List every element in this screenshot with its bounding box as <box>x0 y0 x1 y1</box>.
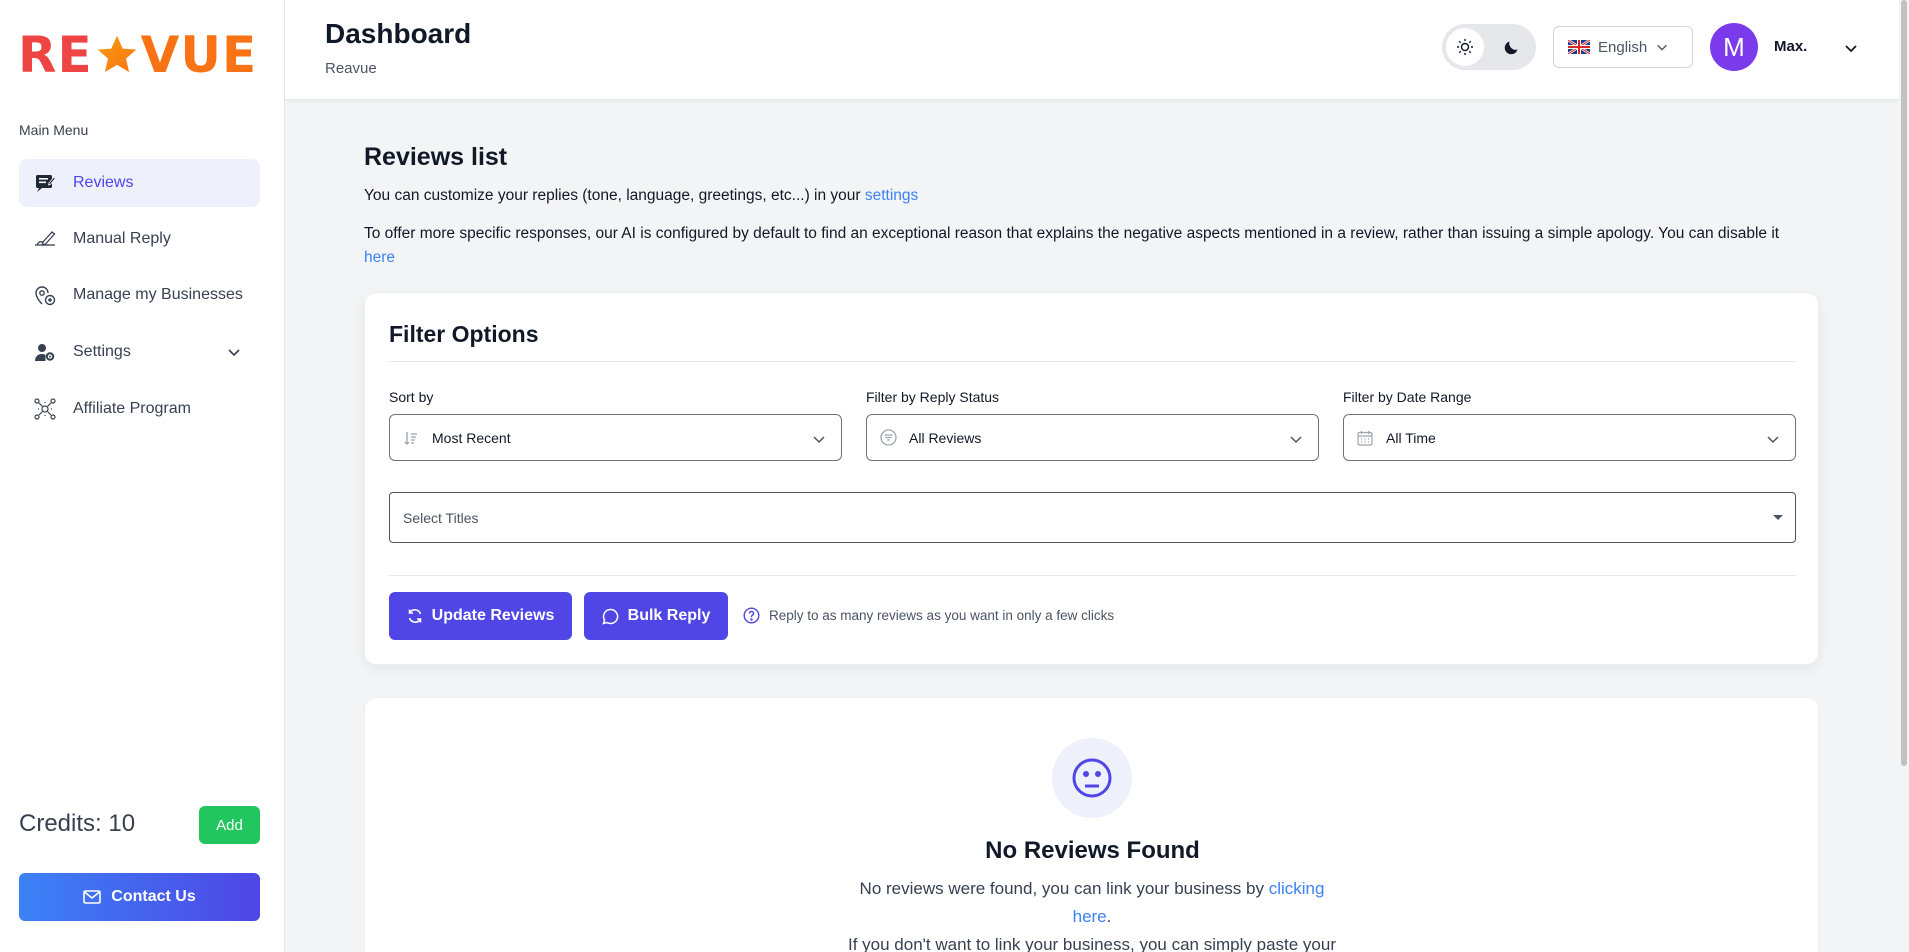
bulk-reply-hint: Reply to as many reviews as you want in … <box>743 607 1114 624</box>
bulk-reply-hint-text: Reply to as many reviews as you want in … <box>769 608 1115 623</box>
empty-text-paste: If you don't want to link your business,… <box>848 935 1336 952</box>
network-icon <box>33 397 57 421</box>
sidebar-item-label: Affiliate Program <box>73 400 191 417</box>
sun-icon <box>1457 39 1473 55</box>
reviews-icon <box>33 171 57 195</box>
sidebar-item-label: Manage my Businesses <box>73 286 243 303</box>
update-reviews-label: Update Reviews <box>431 607 555 624</box>
ai-text: To offer more specific responses, our AI… <box>364 225 1780 242</box>
empty-state-card: No Reviews Found No reviews were found, … <box>364 697 1819 952</box>
main-nav: Reviews Manual Reply Manage my Businesse… <box>19 159 260 441</box>
reviews-list-title: Reviews list <box>364 143 508 171</box>
reavue-logo[interactable]: RE VUE <box>18 30 257 80</box>
sort-by-value: Most Recent <box>432 429 511 446</box>
main-menu-title: Main Menu <box>19 122 89 138</box>
customize-note: You can customize your replies (tone, la… <box>364 187 918 205</box>
credits-count: Credits: 10 <box>19 810 136 837</box>
chevron-down-icon[interactable] <box>226 344 242 360</box>
empty-state-title: No Reviews Found <box>985 837 1200 864</box>
moon-icon <box>1504 41 1518 55</box>
select-titles-dropdown[interactable]: Select Titles <box>389 492 1796 543</box>
pen-hand-icon <box>33 227 57 251</box>
star-icon <box>97 35 136 73</box>
sidebar-item-manage-businesses[interactable]: Manage my Businesses <box>19 271 260 319</box>
logo-text-left: RE <box>18 26 93 84</box>
ai-note: To offer more specific responses, our AI… <box>364 222 1804 270</box>
date-range-select[interactable]: All Time <box>1343 414 1796 461</box>
sidebar-item-manual-reply[interactable]: Manual Reply <box>19 215 260 263</box>
date-range-label: Filter by Date Range <box>1343 389 1472 405</box>
chevron-down-icon <box>1290 436 1302 444</box>
chevron-down-icon <box>813 436 825 444</box>
reply-status-label: Filter by Reply Status <box>866 389 1000 405</box>
filter-options-title: Filter Options <box>389 321 539 347</box>
sidebar: RE VUE Main Menu Reviews Manual Reply Ma… <box>0 0 285 952</box>
update-reviews-button[interactable]: Update Reviews <box>389 592 572 640</box>
sidebar-item-settings[interactable]: Settings <box>19 327 260 377</box>
empty-text-period: . <box>1106 907 1112 926</box>
reply-status-value: All Reviews <box>909 429 982 446</box>
sidebar-item-affiliate[interactable]: Affiliate Program <box>19 385 260 433</box>
settings-link[interactable]: settings <box>865 187 918 204</box>
top-header: Dashboard Reavue English M Max. <box>285 0 1899 100</box>
contact-us-label: Contact Us <box>111 888 196 905</box>
page-subtitle: Reavue <box>325 60 377 77</box>
dark-mode-button[interactable] <box>1493 28 1531 66</box>
main-content: Reviews list You can customize your repl… <box>285 101 1899 952</box>
contact-us-button[interactable]: Contact Us <box>19 873 260 921</box>
customize-text: You can customize your replies (tone, la… <box>364 187 865 204</box>
sort-by-select[interactable]: Most Recent <box>389 414 842 461</box>
sidebar-item-label: Manual Reply <box>73 230 171 247</box>
disable-ai-link[interactable]: here <box>364 249 395 266</box>
language-selector[interactable]: English <box>1553 26 1693 68</box>
chat-bubble-icon <box>602 608 618 625</box>
page-scrollbar[interactable] <box>1899 0 1909 952</box>
sad-face-icon <box>1052 738 1132 818</box>
divider <box>389 575 1796 576</box>
bulk-reply-button[interactable]: Bulk Reply <box>584 592 728 640</box>
filter-options-card: Filter Options Sort by Most Recent Filte… <box>364 292 1819 665</box>
light-mode-button[interactable] <box>1446 28 1484 66</box>
filter-icon <box>879 429 897 447</box>
sidebar-item-label: Reviews <box>73 174 134 191</box>
user-gear-icon <box>33 340 57 364</box>
uk-flag-icon <box>1568 40 1590 54</box>
page-title: Dashboard <box>325 18 472 49</box>
refresh-icon <box>408 609 421 623</box>
select-titles-placeholder: Select Titles <box>403 509 479 526</box>
caret-down-icon <box>1773 515 1783 520</box>
chevron-down-icon <box>1657 44 1668 51</box>
sort-by-label: Sort by <box>389 389 434 405</box>
sidebar-item-label: Settings <box>73 343 131 360</box>
scrollbar-thumb[interactable] <box>1901 0 1907 766</box>
location-add-icon <box>33 283 57 307</box>
empty-state-text: No reviews were found, you can link your… <box>842 875 1342 952</box>
date-range-value: All Time <box>1386 429 1436 446</box>
user-name[interactable]: Max. <box>1774 38 1807 55</box>
reply-status-select[interactable]: All Reviews <box>866 414 1319 461</box>
calendar-icon <box>1356 429 1374 447</box>
avatar[interactable]: M <box>1710 23 1758 71</box>
chevron-down-icon <box>1767 436 1779 444</box>
theme-toggle[interactable] <box>1442 24 1536 70</box>
help-circle-icon[interactable] <box>743 607 760 624</box>
chevron-down-icon[interactable] <box>1843 40 1859 56</box>
empty-text-part: No reviews were found, you can link your… <box>859 879 1269 898</box>
divider <box>389 361 1796 362</box>
logo-text-right: VUE <box>140 26 258 84</box>
language-label: English <box>1598 38 1648 56</box>
bulk-reply-label: Bulk Reply <box>627 607 711 624</box>
mail-icon <box>83 890 102 904</box>
sidebar-item-reviews[interactable]: Reviews <box>19 159 260 207</box>
sort-icon <box>402 429 420 447</box>
add-credits-button[interactable]: Add <box>199 806 260 844</box>
